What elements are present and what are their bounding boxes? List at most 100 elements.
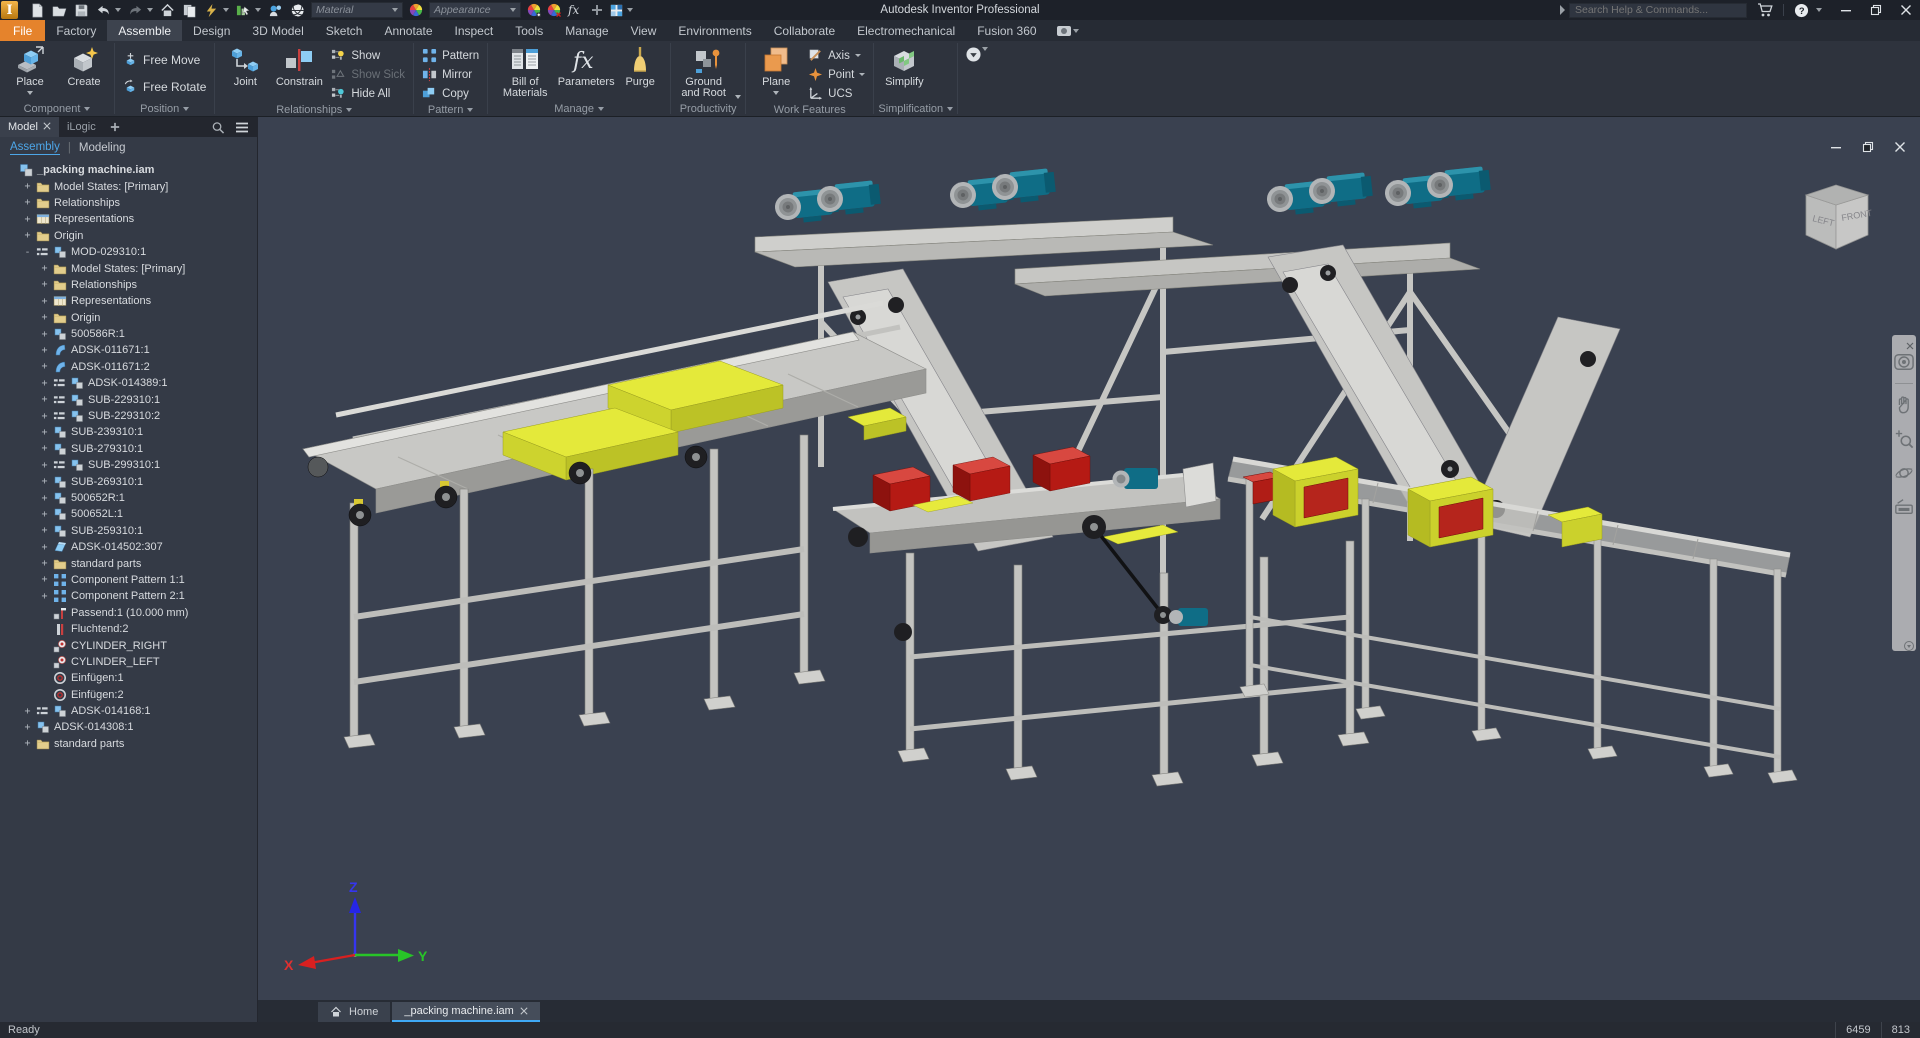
- browser-tab-model[interactable]: Model: [0, 117, 59, 137]
- sketch-icon[interactable]: [204, 3, 219, 18]
- ribbon-tab-environments[interactable]: Environments: [667, 20, 762, 41]
- mode-modeling[interactable]: Modeling: [79, 142, 126, 154]
- ribbon-group-label[interactable]: Manage: [492, 101, 666, 116]
- ribbon-tab-electromechanical[interactable]: Electromechanical: [846, 20, 966, 41]
- close-icon[interactable]: [520, 1007, 528, 1015]
- tree-expander[interactable]: +: [40, 443, 49, 454]
- clear-appearance-icon[interactable]: [547, 3, 561, 17]
- dropdown-caret[interactable]: [735, 95, 741, 99]
- show-button[interactable]: Show: [327, 46, 409, 65]
- close-button[interactable]: [1900, 4, 1912, 16]
- tree-item-sub-229310-2[interactable]: +SUB-229310:2: [0, 408, 257, 424]
- drawing-icon[interactable]: [609, 3, 624, 18]
- tree-item-cylinder-right[interactable]: CYLINDER_RIGHT: [0, 637, 257, 653]
- tree-expander[interactable]: +: [40, 411, 49, 422]
- free-move-button[interactable]: Free Move: [119, 46, 210, 73]
- collab-icon[interactable]: [268, 3, 283, 18]
- ribbon-tab-design[interactable]: Design: [182, 20, 241, 41]
- tree-item-standard-parts[interactable]: +standard parts: [0, 555, 257, 571]
- ground-and-root-button[interactable]: Ground and Root: [675, 43, 741, 99]
- bill-of-materials-button[interactable]: Bill of Materials: [492, 43, 558, 99]
- dropdown-caret[interactable]: [255, 8, 261, 12]
- inventor-logo[interactable]: I: [1, 1, 18, 19]
- point-button[interactable]: Point: [804, 65, 869, 84]
- ribbon-tab-file[interactable]: File: [0, 20, 45, 41]
- doc-minimize-button[interactable]: [1830, 141, 1842, 153]
- tree-item-einf-gen-1[interactable]: Einfügen:1: [0, 670, 257, 686]
- 3d-viewport[interactable]: X Y Z LEFT FRONT: [258, 117, 1920, 1000]
- tree-item-component-pattern-1-1[interactable]: +Component Pattern 1:1: [0, 572, 257, 588]
- free-rotate-button[interactable]: Free Rotate: [119, 73, 210, 100]
- ribbon-tab-tools[interactable]: Tools: [504, 20, 554, 41]
- new-file-icon[interactable]: [30, 3, 45, 18]
- mirror-button[interactable]: Mirror: [418, 65, 483, 84]
- simplify-button[interactable]: Simplify: [878, 43, 930, 88]
- help-caret[interactable]: [1816, 8, 1822, 12]
- search-input[interactable]: [1569, 3, 1747, 18]
- tab-home[interactable]: Home: [318, 1002, 390, 1022]
- select-icon[interactable]: [236, 3, 251, 18]
- tree-item-500586r-1[interactable]: +500586R:1: [0, 326, 257, 342]
- tree-item-representations[interactable]: +Representations: [0, 293, 257, 309]
- dropdown-caret[interactable]: [27, 91, 33, 95]
- group-dropdown-caret[interactable]: [947, 107, 953, 111]
- ribbon-tab-collaborate[interactable]: Collaborate: [763, 20, 846, 41]
- tree-item-sub-259310-1[interactable]: +SUB-259310:1: [0, 523, 257, 539]
- view-cube[interactable]: LEFT FRONT: [1800, 177, 1872, 257]
- tree-expander[interactable]: +: [40, 329, 49, 340]
- tree-item-packing-machine-iam[interactable]: _packing machine.iam: [0, 162, 257, 178]
- place-button[interactable]: Place: [4, 43, 56, 95]
- ribbon-tab-annotate[interactable]: Annotate: [373, 20, 443, 41]
- ribbon-tab-fusion-360[interactable]: Fusion 360: [966, 20, 1047, 41]
- paste-icon[interactable]: [182, 3, 197, 18]
- doc-restore-button[interactable]: [1862, 141, 1874, 153]
- mode-assembly[interactable]: Assembly: [10, 141, 60, 155]
- tree-expander[interactable]: +: [40, 476, 49, 487]
- color-wheel-icon[interactable]: [409, 3, 423, 17]
- tree-item-500652l-1[interactable]: +500652L:1: [0, 506, 257, 522]
- tree-expander[interactable]: +: [23, 181, 32, 192]
- hide-all-button[interactable]: Hide All: [327, 84, 409, 103]
- tree-item-adsk-011671-2[interactable]: +ADSK-011671:2: [0, 359, 257, 375]
- group-dropdown-caret[interactable]: [598, 107, 604, 111]
- tree-item-passend-1-10-000-mm[interactable]: Passend:1 (10.000 mm): [0, 605, 257, 621]
- tree-expander[interactable]: +: [40, 296, 49, 307]
- orbit-icon[interactable]: [1894, 463, 1914, 483]
- tree-expander[interactable]: +: [40, 427, 49, 438]
- parameters-button[interactable]: fxParameters: [560, 43, 612, 88]
- tree-expander[interactable]: +: [40, 312, 49, 323]
- tree-expander[interactable]: +: [40, 591, 49, 602]
- tree-item-sub-239310-1[interactable]: +SUB-239310:1: [0, 424, 257, 440]
- axis-button[interactable]: Axis: [804, 46, 869, 65]
- tree-expander[interactable]: +: [23, 706, 32, 717]
- navbar-options-caret[interactable]: [1904, 638, 1914, 648]
- tree-item-sub-299310-1[interactable]: +SUB-299310:1: [0, 457, 257, 473]
- create-button[interactable]: Create: [58, 43, 110, 88]
- tree-expander[interactable]: +: [40, 345, 49, 356]
- tree-item-adsk-014168-1[interactable]: +ADSK-014168:1: [0, 703, 257, 719]
- tree-expander[interactable]: +: [23, 230, 32, 241]
- copy-button[interactable]: Copy: [418, 84, 483, 103]
- tree-expander[interactable]: +: [40, 542, 49, 553]
- zoom-icon[interactable]: [1894, 429, 1914, 449]
- ribbon-group-label[interactable]: Position: [119, 101, 210, 116]
- purge-button[interactable]: Purge: [614, 43, 666, 88]
- tree-item-component-pattern-2-1[interactable]: +Component Pattern 2:1: [0, 588, 257, 604]
- plane-button[interactable]: Plane: [750, 43, 802, 95]
- ribbon-tab-factory[interactable]: Factory: [45, 20, 107, 41]
- tree-item-adsk-014389-1[interactable]: +ADSK-014389:1: [0, 375, 257, 391]
- tree-item-model-states-primary[interactable]: +Model States: [Primary]: [0, 260, 257, 276]
- tree-item-representations[interactable]: +Representations: [0, 211, 257, 227]
- tree-item-adsk-014502-307[interactable]: +ADSK-014502:307: [0, 539, 257, 555]
- ribbon-tab-3d-model[interactable]: 3D Model: [241, 20, 314, 41]
- pan-icon[interactable]: [1894, 395, 1914, 415]
- tree-expander[interactable]: -: [23, 247, 32, 258]
- dropdown-caret[interactable]: [147, 8, 153, 12]
- tree-expander[interactable]: +: [40, 509, 49, 520]
- tree-item-origin[interactable]: +Origin: [0, 310, 257, 326]
- undo-icon[interactable]: [96, 3, 111, 18]
- tree-expander[interactable]: +: [40, 263, 49, 274]
- add-browser-tab-button[interactable]: [104, 117, 126, 137]
- ribbon-tab-inspect[interactable]: Inspect: [444, 20, 505, 41]
- tree-expander[interactable]: +: [23, 738, 32, 749]
